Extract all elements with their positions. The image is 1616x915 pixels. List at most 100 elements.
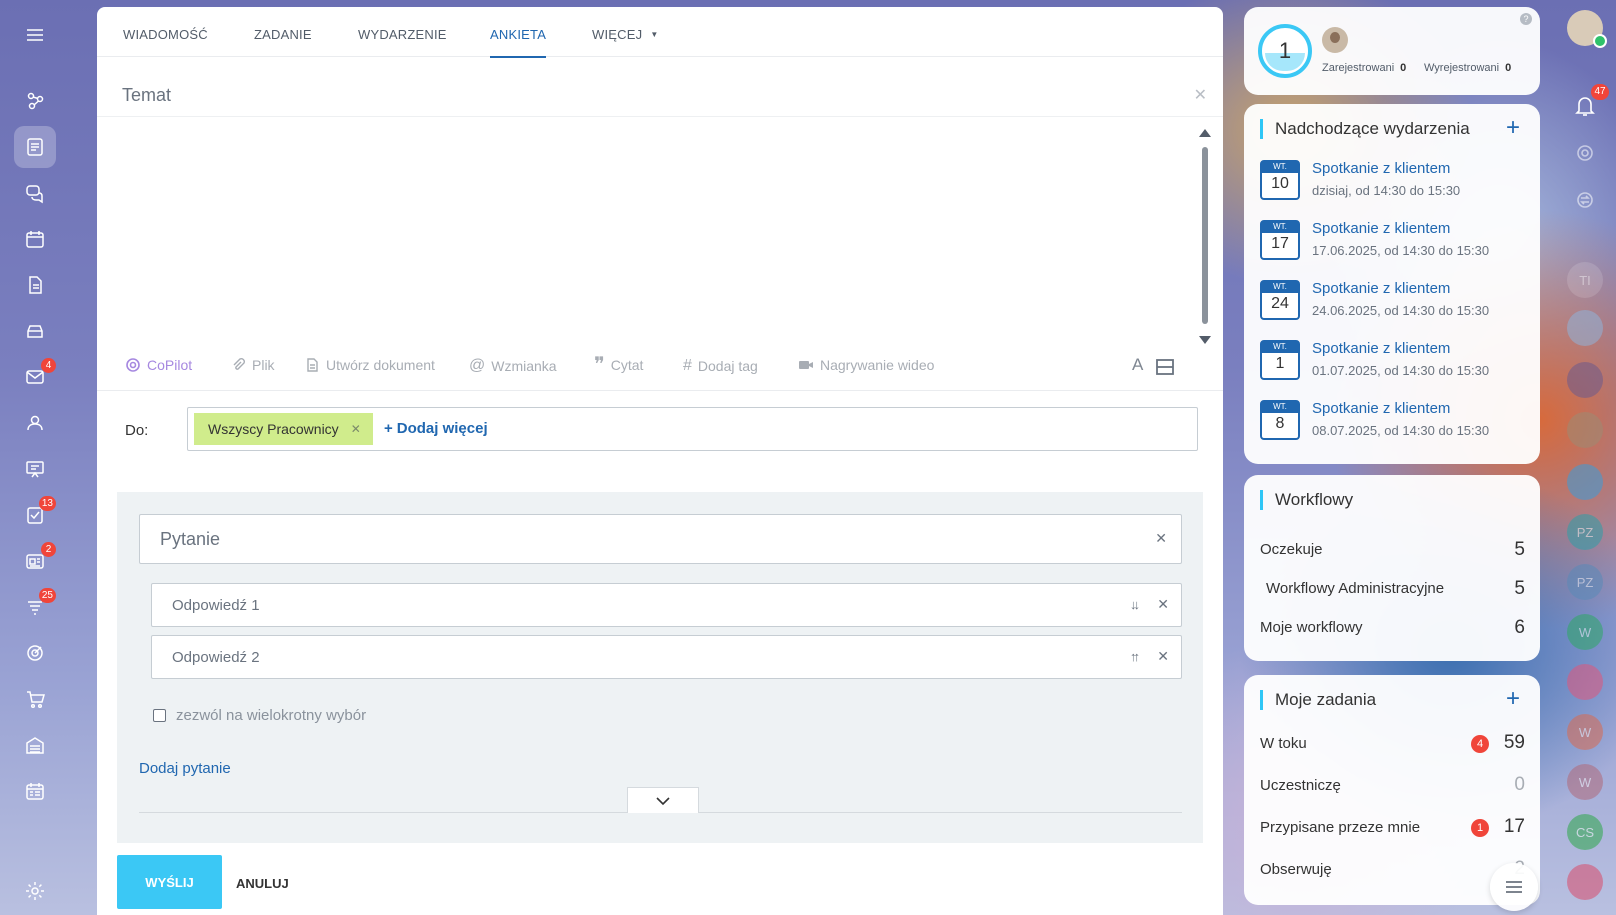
paperclip-icon	[233, 358, 245, 370]
warehouse-icon[interactable]	[14, 724, 56, 766]
workflow-row-mine[interactable]: Moje workflowy 6	[1260, 617, 1525, 638]
group-avatar[interactable]	[1567, 310, 1603, 346]
remove-answer-icon[interactable]: ✕	[1157, 648, 1169, 665]
message-editor[interactable]	[97, 119, 1223, 344]
user-avatar[interactable]	[1567, 10, 1607, 48]
chat-icon[interactable]	[14, 172, 56, 214]
quick-menu-button[interactable]	[1490, 863, 1538, 911]
task-row-participating[interactable]: Uczestniczę 0	[1260, 774, 1525, 795]
remove-question-icon[interactable]: ✕	[1155, 530, 1167, 547]
event-item[interactable]: WT. 8 Spotkanie z klientem 08.07.2025, o…	[1260, 400, 1530, 444]
mention-button[interactable]: @ Wzmianka	[469, 357, 557, 375]
multiple-choice-checkbox[interactable]	[153, 709, 166, 722]
tab-more[interactable]: WIĘCEJ ▼	[592, 27, 658, 58]
add-event-icon[interactable]: +	[1506, 114, 1520, 142]
feed-icon[interactable]	[14, 126, 56, 168]
task-row-label: Obserwuję	[1260, 861, 1332, 878]
move-down-icon[interactable]: ↓↓	[1130, 597, 1140, 612]
target-icon[interactable]	[1567, 135, 1603, 171]
move-up-icon[interactable]: ↑↑	[1130, 649, 1140, 664]
copilot-button[interactable]: CoPilot	[125, 357, 192, 373]
event-title[interactable]: Spotkanie z klientem	[1312, 340, 1450, 357]
event-item[interactable]: WT. 24 Spotkanie z klientem 24.06.2025, …	[1260, 280, 1530, 324]
workflow-row-admin[interactable]: Workflowy Administracyjne 5	[1266, 578, 1525, 599]
calendar-icon[interactable]	[14, 218, 56, 260]
quote-button[interactable]: ❞ Cytat	[594, 355, 643, 375]
sync-icon[interactable]	[1567, 182, 1603, 218]
recipient-chip: Wszyscy Pracownicy ✕	[194, 413, 373, 445]
remove-recipient-icon[interactable]: ✕	[351, 422, 361, 436]
send-button[interactable]: WYŚLIJ	[117, 855, 222, 909]
avatar[interactable]: CS	[1567, 814, 1603, 850]
tab-message[interactable]: WIADOMOŚĆ	[123, 27, 208, 58]
settings-icon[interactable]	[14, 870, 56, 912]
avatar[interactable]: PZ	[1567, 514, 1603, 550]
task-row-assigned-by-me[interactable]: Przypisane przeze mnie 1 17	[1260, 816, 1525, 837]
event-item[interactable]: WT. 1 Spotkanie z klientem 01.07.2025, o…	[1260, 340, 1530, 384]
scroll-down-arrow[interactable]	[1199, 336, 1211, 344]
file-button[interactable]: Plik	[230, 357, 275, 373]
tab-task[interactable]: ZADANIE	[254, 27, 312, 58]
answer-field-1[interactable]: Odpowiedź 1 ↓↓ ✕	[151, 583, 1182, 627]
upcoming-events-title: Nadchodzące wydarzenia	[1260, 119, 1470, 139]
text-format-icon[interactable]: A	[1132, 355, 1143, 375]
presentation-icon[interactable]	[14, 448, 56, 490]
document-icon[interactable]	[14, 264, 56, 306]
remove-answer-icon[interactable]: ✕	[1157, 596, 1169, 613]
help-icon[interactable]: ?	[1520, 13, 1532, 25]
answer-field-2[interactable]: Odpowiedź 2 ↑↑ ✕	[151, 635, 1182, 679]
event-title[interactable]: Spotkanie z klientem	[1312, 400, 1450, 417]
avatar[interactable]	[1322, 27, 1348, 53]
contacts-icon[interactable]	[14, 402, 56, 444]
event-title[interactable]: Spotkanie z klientem	[1312, 280, 1450, 297]
avatar[interactable]: TI	[1567, 262, 1603, 298]
task-row-in-progress[interactable]: W toku 4 59	[1260, 732, 1525, 753]
workflow-icon[interactable]	[14, 80, 56, 122]
task-avatar[interactable]	[1567, 864, 1603, 900]
tasks-icon[interactable]: 13	[14, 494, 56, 536]
event-day: 8	[1275, 415, 1285, 432]
group-avatar[interactable]	[1567, 362, 1603, 398]
video-record-button[interactable]: Nagrywanie wideo	[798, 357, 934, 373]
avatar[interactable]: W	[1567, 714, 1603, 750]
scrollbar-thumb[interactable]	[1202, 147, 1208, 324]
task-row-watching[interactable]: Obserwuję 2	[1260, 858, 1525, 879]
event-weekday: WT.	[1262, 222, 1298, 233]
panel-toggle-icon[interactable]	[1156, 359, 1174, 375]
tab-event[interactable]: WYDARZENIE	[358, 27, 447, 58]
event-title[interactable]: Spotkanie z klientem	[1312, 160, 1450, 177]
drive-icon[interactable]	[14, 310, 56, 352]
subject-field[interactable]: Temat ✕	[97, 65, 1223, 117]
video-call-avatar[interactable]	[1567, 664, 1603, 700]
group-avatar[interactable]	[1567, 412, 1603, 448]
cancel-button[interactable]: ANULUJ	[236, 876, 289, 891]
recipients-field[interactable]: Wszyscy Pracownicy ✕ + Dodaj więcej	[187, 407, 1198, 451]
create-document-button[interactable]: Utwórz dokument	[304, 357, 435, 373]
bell-icon[interactable]: 47	[1567, 84, 1609, 124]
schedule-icon[interactable]	[14, 770, 56, 812]
add-more-recipients-link[interactable]: + Dodaj więcej	[384, 420, 492, 437]
news-icon[interactable]: 2	[14, 540, 56, 582]
event-title[interactable]: Spotkanie z klientem	[1312, 220, 1450, 237]
target-icon[interactable]	[14, 632, 56, 674]
add-tag-button[interactable]: # Dodaj tag	[683, 357, 758, 375]
avatar[interactable]: W	[1567, 614, 1603, 650]
event-item[interactable]: WT. 10 Spotkanie z klientem dzisiaj, od …	[1260, 160, 1530, 204]
add-task-icon[interactable]: +	[1506, 685, 1520, 713]
workflow-row-pending[interactable]: Oczekuje 5	[1260, 539, 1525, 560]
expand-poll-button[interactable]	[627, 787, 699, 813]
question-field[interactable]: Pytanie ✕	[139, 514, 1182, 564]
cart-icon[interactable]	[14, 678, 56, 720]
menu-icon[interactable]	[14, 14, 56, 56]
chat-avatar[interactable]	[1567, 464, 1603, 500]
mail-icon[interactable]: 4	[14, 356, 56, 398]
close-icon[interactable]: ✕	[1194, 85, 1207, 105]
multiple-choice-option[interactable]: zezwól na wielokrotny wybór	[153, 707, 366, 724]
scroll-up-arrow[interactable]	[1199, 129, 1211, 137]
add-question-link[interactable]: Dodaj pytanie	[139, 760, 231, 777]
avatar[interactable]: PZ	[1567, 564, 1603, 600]
tab-poll[interactable]: ANKIETA	[490, 27, 547, 58]
event-item[interactable]: WT. 17 Spotkanie z klientem 17.06.2025, …	[1260, 220, 1530, 264]
avatar[interactable]: W	[1567, 764, 1603, 800]
filter-icon[interactable]: 25	[14, 586, 56, 628]
